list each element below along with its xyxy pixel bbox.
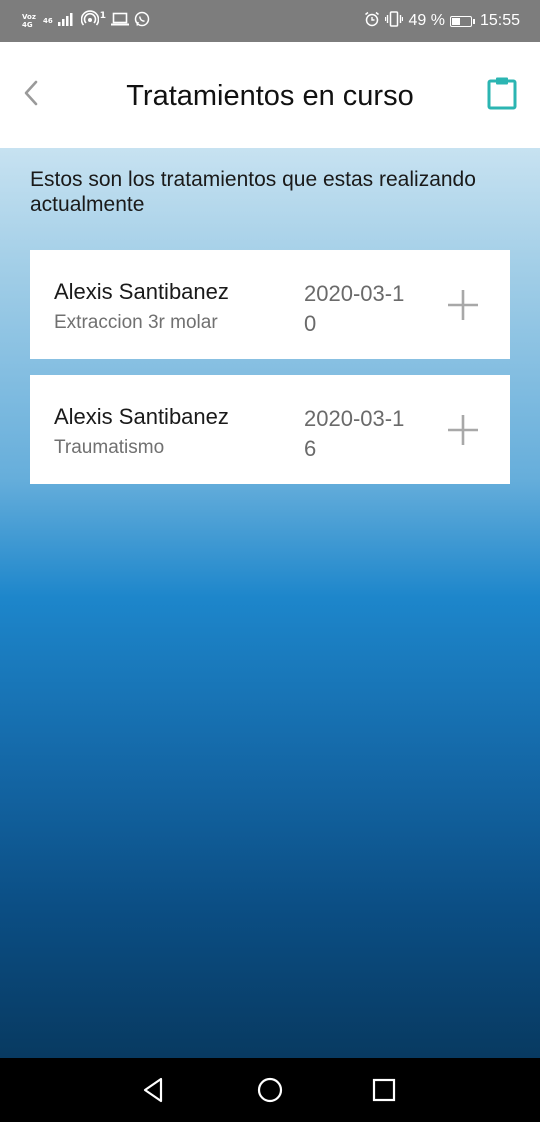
status-right-group: 49 % 15:55 [364,10,520,32]
add-button[interactable] [446,288,480,322]
alarm-icon [364,11,380,32]
circle-home-icon [256,1077,284,1108]
battery-level-fill [451,17,460,25]
hotspot-icon [80,9,99,33]
app-header: Tratamientos en curso [0,42,540,148]
intro-text: Estos son los tratamientos que estas rea… [30,168,476,216]
clock: 15:55 [479,12,520,29]
treatment-card[interactable]: Alexis Santibanez Extraccion 3r molar 20… [30,250,510,359]
nav-recents-button[interactable] [370,1076,398,1104]
clipboard-button[interactable] [484,75,520,115]
nav-home-button[interactable] [256,1076,284,1104]
treatment-date: 2020-03-16 [304,406,405,461]
nav-back-button[interactable] [141,1076,169,1104]
network-label: 46 [43,17,53,25]
patient-name: Alexis Santibanez [54,279,229,304]
vibrate-icon [385,10,404,32]
system-nav-bar [0,1058,540,1122]
treatment-detail: Extraccion 3r molar [54,312,218,333]
treatment-card[interactable]: Alexis Santibanez Traumatismo 2020-03-16 [30,375,510,484]
battery-icon [449,15,475,27]
battery-percent: 49 % [408,12,445,29]
plus-icon [446,290,480,326]
triangle-back-icon [141,1077,169,1108]
status-bar: Voz 4G 46 1 49 % 15:55 [0,0,540,42]
signal-icon [57,12,76,31]
treatments-content[interactable]: Estos son los tratamientos que estas rea… [0,148,540,1058]
plus-icon [446,415,480,451]
clipboard-icon [487,76,517,115]
patient-name: Alexis Santibanez [54,404,229,429]
hotspot-count: 1 [99,11,107,21]
status-left-group: Voz 4G 46 1 [22,9,150,33]
carrier-label: Voz 4G [22,13,36,29]
whatsapp-icon [134,11,150,32]
treatment-detail: Traumatismo [54,437,165,458]
add-button[interactable] [446,413,480,447]
treatment-date: 2020-03-10 [304,281,405,336]
square-recents-icon [370,1078,398,1108]
page-title: Tratamientos en curso [126,80,414,112]
laptop-icon [111,12,130,31]
